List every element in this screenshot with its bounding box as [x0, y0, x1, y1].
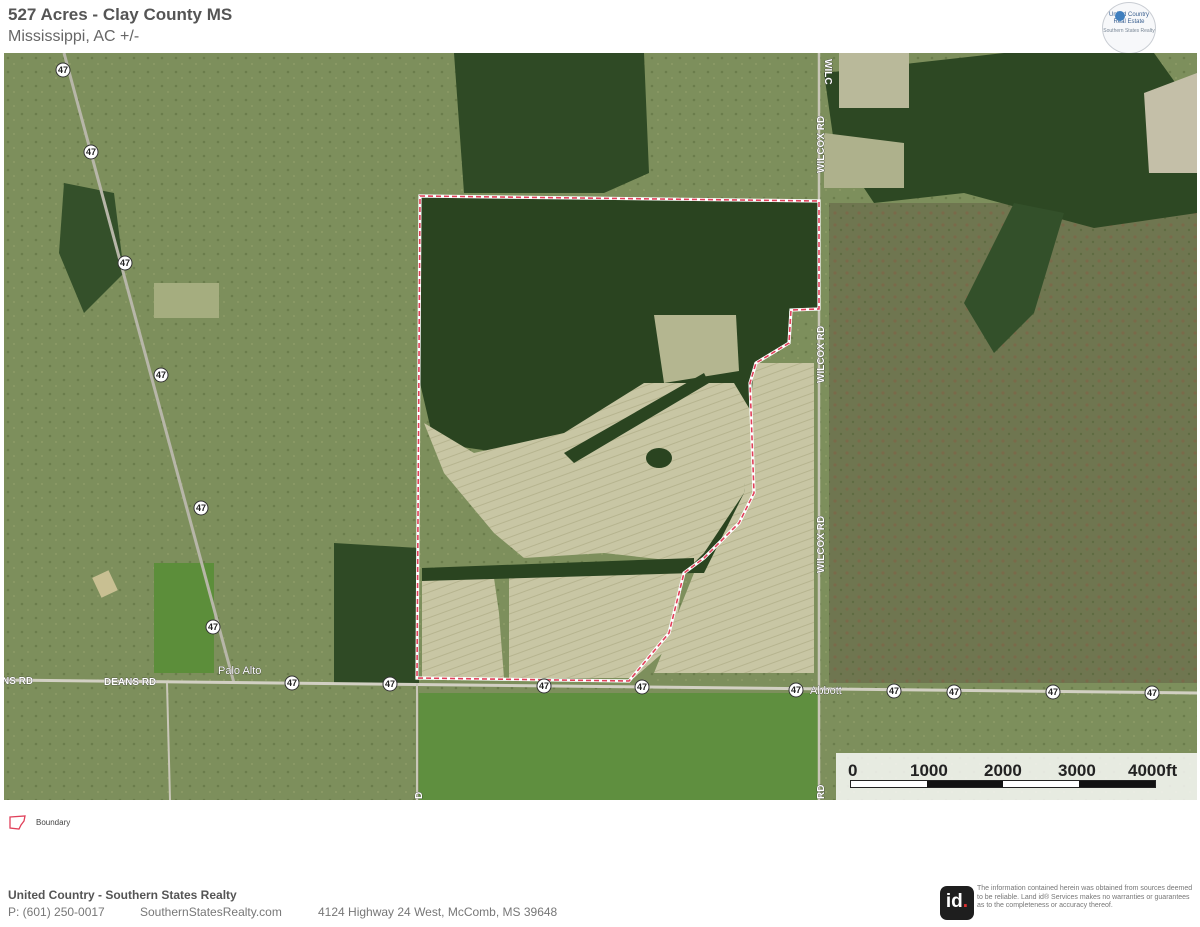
highway-47-shield: 47 — [536, 678, 552, 694]
road-label-wilcox-mid: WILCOX RD — [816, 326, 827, 383]
forest-north — [454, 53, 649, 193]
highway-47-shield: 47 — [284, 675, 300, 691]
footer-address: 4124 Highway 24 West, McComb, MS 39648 — [318, 905, 558, 919]
svg-text:47: 47 — [156, 370, 166, 380]
company-logo: United Country Real Estate Southern Stat… — [1102, 2, 1156, 54]
scale-label-0: 0 — [848, 761, 858, 780]
scale-label-4000ft: 4000ft — [1128, 761, 1178, 780]
footer-website-link[interactable]: SouthernStatesRealty.com — [140, 905, 282, 919]
svg-text:47: 47 — [385, 679, 395, 689]
road-label-rd-bottom-right: RD — [816, 785, 827, 799]
globe-icon — [1115, 11, 1125, 21]
scale-segment — [1079, 781, 1155, 787]
field-top-right — [839, 53, 909, 108]
scale-label-1000: 1000 — [910, 761, 948, 780]
svg-text:47: 47 — [949, 687, 959, 697]
highway-47-shield: 47 — [382, 676, 398, 692]
road-label-deans-rd-left: NS RD — [4, 676, 33, 687]
highway-47-shield: 47 — [117, 255, 133, 271]
highway-47-shield: 47 — [153, 367, 169, 383]
property-field-sw — [422, 573, 504, 678]
highway-47-shield: 47 — [886, 683, 902, 699]
highway-47-shield: 47 — [1045, 684, 1061, 700]
highway-47-shield: 47 — [205, 619, 221, 635]
page-title: 527 Acres - Clay County MS — [8, 5, 233, 24]
highway-47-shield: 47 — [83, 144, 99, 160]
field-green-south — [419, 693, 819, 800]
logo-text-line1: United Country Real Estate — [1108, 12, 1150, 25]
scale-bar: 0 1000 2000 3000 4000ft — [836, 753, 1197, 800]
svg-text:47: 47 — [287, 678, 297, 688]
tree-clump — [646, 448, 672, 468]
svg-text:47: 47 — [58, 65, 68, 75]
road-label-rd-bottom-left: D — [414, 792, 425, 799]
footer-phone[interactable]: P: (601) 250-0017 — [8, 905, 105, 919]
forest-southwest — [334, 543, 419, 683]
highway-47-shield: 47 — [1144, 685, 1160, 701]
highway-47-shield: 47 — [946, 684, 962, 700]
svg-text:47: 47 — [1147, 688, 1157, 698]
boundary-legend-icon — [9, 815, 26, 830]
footer-disclaimer: The information contained herein was obt… — [977, 885, 1193, 909]
svg-text:47: 47 — [791, 685, 801, 695]
place-label-abbott: Abbott — [810, 685, 842, 697]
svg-text:47: 47 — [120, 258, 130, 268]
road-label-wilcox-top: WILCOX RD — [816, 116, 827, 173]
legend-label-boundary: Boundary — [36, 818, 71, 827]
highway-47-shield: 47 — [193, 500, 209, 516]
scale-label-3000: 3000 — [1058, 761, 1096, 780]
scale-segment — [927, 781, 1003, 787]
field-nw — [154, 283, 219, 318]
highway-47-shield: 47 — [788, 682, 804, 698]
land-id-logo: id. — [940, 886, 974, 920]
road-label-wilcox-low: WILCOX RD — [816, 516, 827, 573]
highway-47-shield: 47 — [55, 62, 71, 78]
scale-segment — [851, 781, 927, 787]
place-label-palo-alto: Palo Alto — [218, 665, 261, 677]
road-label-deans-rd: DEANS RD — [104, 677, 156, 688]
property-field-top — [654, 315, 739, 383]
svg-text:47: 47 — [208, 622, 218, 632]
page-subtitle: Mississippi, AC +/- — [8, 28, 140, 45]
svg-text:47: 47 — [86, 147, 96, 157]
scale-bar-segments — [850, 780, 1156, 788]
logo-text-line2: Southern States Realty — [1103, 28, 1155, 34]
svg-text:47: 47 — [889, 686, 899, 696]
svg-text:47: 47 — [1048, 687, 1058, 697]
svg-text:47: 47 — [637, 682, 647, 692]
footer-company-name: United Country - Southern States Realty — [8, 888, 237, 902]
svg-text:47: 47 — [196, 503, 206, 513]
road-label-wilcox-top-edge: WILC — [822, 59, 833, 85]
scale-label-2000: 2000 — [984, 761, 1022, 780]
highway-47-shield: 47 — [634, 679, 650, 695]
svg-text:47: 47 — [539, 681, 549, 691]
aerial-map[interactable]: 47 47 47 47 47 47 47 47 47 47 47 47 47 4… — [4, 53, 1197, 800]
scale-segment — [1003, 781, 1079, 787]
land-id-logo-text: id — [945, 891, 963, 912]
